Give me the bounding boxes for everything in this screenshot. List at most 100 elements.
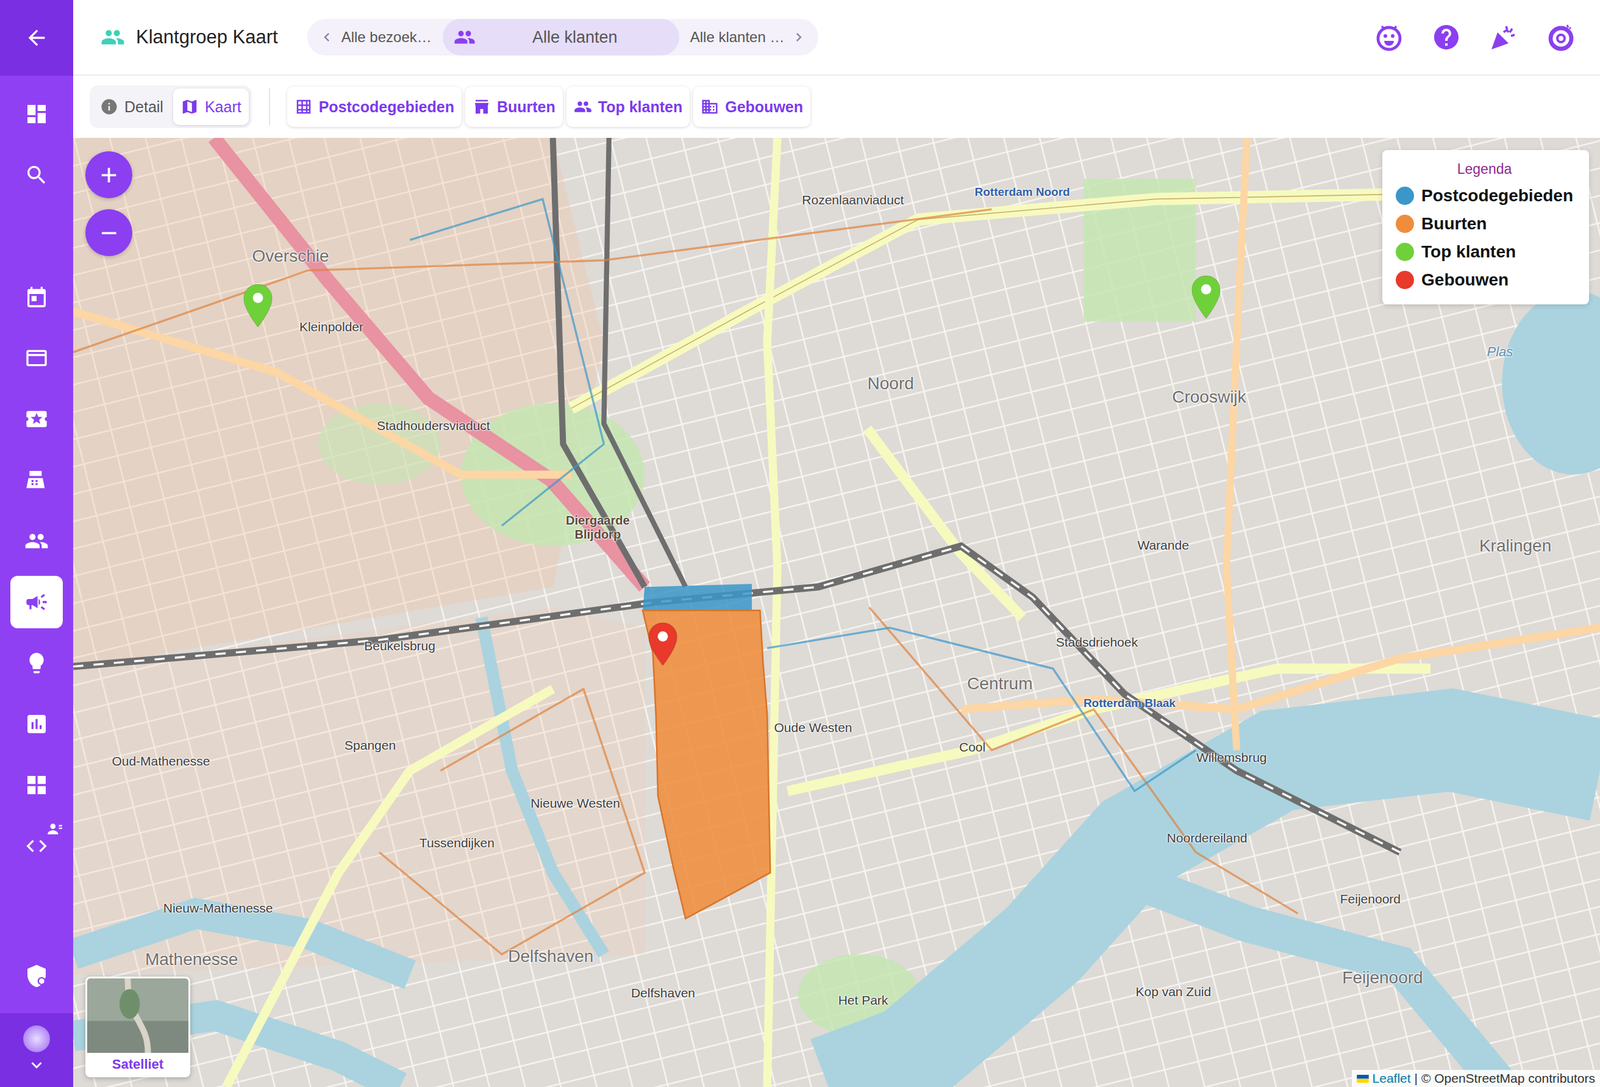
people-icon [573, 97, 593, 116]
page-title: Klantgroep Kaart [135, 26, 279, 49]
buurt-area[interactable] [642, 610, 771, 919]
main: Klantgroep Kaart Alle bezoek… Alle klanten… [73, 0, 1600, 1087]
layer-button[interactable]: Gebouwen [693, 86, 811, 127]
shield-icon [24, 963, 49, 988]
sidebar-item[interactable] [10, 636, 63, 690]
leaflet-link[interactable]: Leaflet [1372, 1070, 1411, 1086]
map-label: Beukelsbrug [364, 638, 436, 654]
legend-item: Gebouwen [1395, 270, 1574, 290]
bulb-icon [24, 650, 49, 675]
legend-title: Legenda [1395, 160, 1574, 178]
map-label: Nieuwe Westen [530, 795, 621, 811]
chevron-right-icon [790, 28, 808, 46]
attribution-text: | © OpenStreetMap contributors [1414, 1070, 1596, 1086]
map-label: Kop van Zuid [1135, 984, 1211, 999]
chevron-down-icon [26, 1054, 47, 1075]
map-label: Oude Westen [773, 720, 852, 735]
sidebar-item[interactable] [10, 87, 63, 141]
breadcrumb-tab[interactable]: Alle bezoek… [307, 18, 443, 56]
sidebar-item[interactable] [10, 697, 63, 750]
layer-label: Postcodegebieden [318, 98, 455, 116]
layer-buttons: Postcodegebieden Buurten Top klanten Gebouw… [287, 86, 811, 127]
sidebar-item[interactable] [10, 758, 63, 811]
sidebar-item[interactable] [10, 819, 63, 872]
feedback-face-icon[interactable] [1374, 22, 1404, 52]
legend-dot [1395, 270, 1415, 290]
sidebar-item[interactable] [10, 575, 63, 629]
sidebar-item[interactable] [10, 453, 63, 507]
avatar-icon [23, 1025, 50, 1052]
app-logo-icon[interactable] [1546, 22, 1576, 52]
map-label: Diergaarde Blijdorp [557, 513, 638, 542]
legend-label: Buurten [1421, 214, 1487, 234]
zoom-out-button[interactable]: − [85, 209, 133, 257]
legend-dot [1395, 186, 1415, 205]
layer-button[interactable]: Buurten [465, 86, 563, 127]
sidebar-bottom [0, 945, 74, 1087]
sidebar-item[interactable] [10, 514, 63, 568]
map-label: Cool [959, 739, 986, 755]
people-icon [453, 26, 476, 49]
breadcrumb-tab[interactable]: Alle klanten [442, 18, 680, 56]
breadcrumb-tab[interactable]: Alle klanten … [679, 18, 819, 56]
map-label: Kleinpolder [299, 319, 364, 335]
ticket-icon [24, 406, 49, 432]
layer-label: Top klanten [598, 98, 683, 116]
view-button[interactable]: Detail [92, 88, 171, 125]
layer-button[interactable]: Top klanten [566, 86, 690, 127]
attribution: Leaflet| © OpenStreetMap contributors [1351, 1069, 1600, 1087]
map-pin-icon[interactable] [648, 622, 678, 666]
map-label: Willemsbrug [1196, 750, 1268, 765]
sidebar [0, 0, 74, 1087]
legend-item: Postcodegebieden [1395, 185, 1574, 206]
zoom-control: +− [85, 151, 133, 257]
zoom-in-button[interactable]: + [85, 151, 133, 199]
map-label: Stadsdriehoek [1056, 634, 1138, 650]
back-arrow-icon [24, 25, 49, 50]
sidebar-item[interactable] [10, 148, 63, 202]
satellite-toggle[interactable]: Satelliet [85, 976, 191, 1077]
legend-dot [1395, 214, 1415, 233]
sidebar-item[interactable] [10, 949, 63, 1002]
breadcrumb-label: Alle klanten [532, 28, 618, 47]
breadcrumb-label: Alle bezoek… [341, 28, 432, 46]
party-icon[interactable] [1489, 22, 1519, 52]
code-icon [24, 833, 49, 858]
map-label: Crooswijk [1171, 387, 1246, 407]
register-icon [24, 467, 49, 493]
view-switch: Detail Kaart [89, 85, 252, 129]
map-label: Delfshaven [507, 946, 594, 966]
app: Klantgroep Kaart Alle bezoek… Alle klanten… [0, 0, 1600, 1087]
layer-label: Buurten [496, 98, 556, 116]
map-label: Kralingen [1479, 535, 1552, 556]
map-label: Rotterdam Blaak [1083, 696, 1176, 710]
map-label: Noordereiland [1167, 830, 1248, 846]
legend-item: Buurten [1395, 214, 1574, 234]
view-label: Kaart [204, 98, 242, 116]
postcode-area[interactable] [642, 583, 752, 611]
map-label: Centrum [967, 673, 1033, 694]
back-button[interactable] [0, 0, 74, 76]
account-menu[interactable] [0, 1012, 74, 1087]
sidebar-item[interactable] [10, 392, 63, 446]
megaphone-icon [24, 589, 49, 615]
legend-dot [1395, 242, 1415, 261]
ukraine-flag-icon [1356, 1074, 1369, 1083]
sidebar-item[interactable] [10, 270, 63, 324]
divider [268, 88, 271, 125]
sidebar-item[interactable] [10, 331, 63, 385]
legend-label: Postcodegebieden [1421, 185, 1574, 206]
map-pin-icon[interactable] [243, 284, 272, 327]
map-label: Noord [867, 373, 915, 394]
group-icon [100, 25, 125, 50]
map[interactable]: OverschieKleinpolderStadhoudersviaductDi… [73, 137, 1600, 1087]
view-button[interactable]: Kaart [173, 88, 249, 125]
legend-label: Gebouwen [1421, 270, 1509, 290]
legend-item: Top klanten [1395, 242, 1574, 262]
layer-button[interactable]: Postcodegebieden [287, 86, 462, 127]
map-pin-icon[interactable] [1191, 275, 1221, 319]
dashboard-icon [24, 101, 49, 127]
help-icon[interactable] [1431, 22, 1461, 52]
header-actions [1374, 22, 1576, 52]
legend-label: Top klanten [1421, 242, 1516, 262]
